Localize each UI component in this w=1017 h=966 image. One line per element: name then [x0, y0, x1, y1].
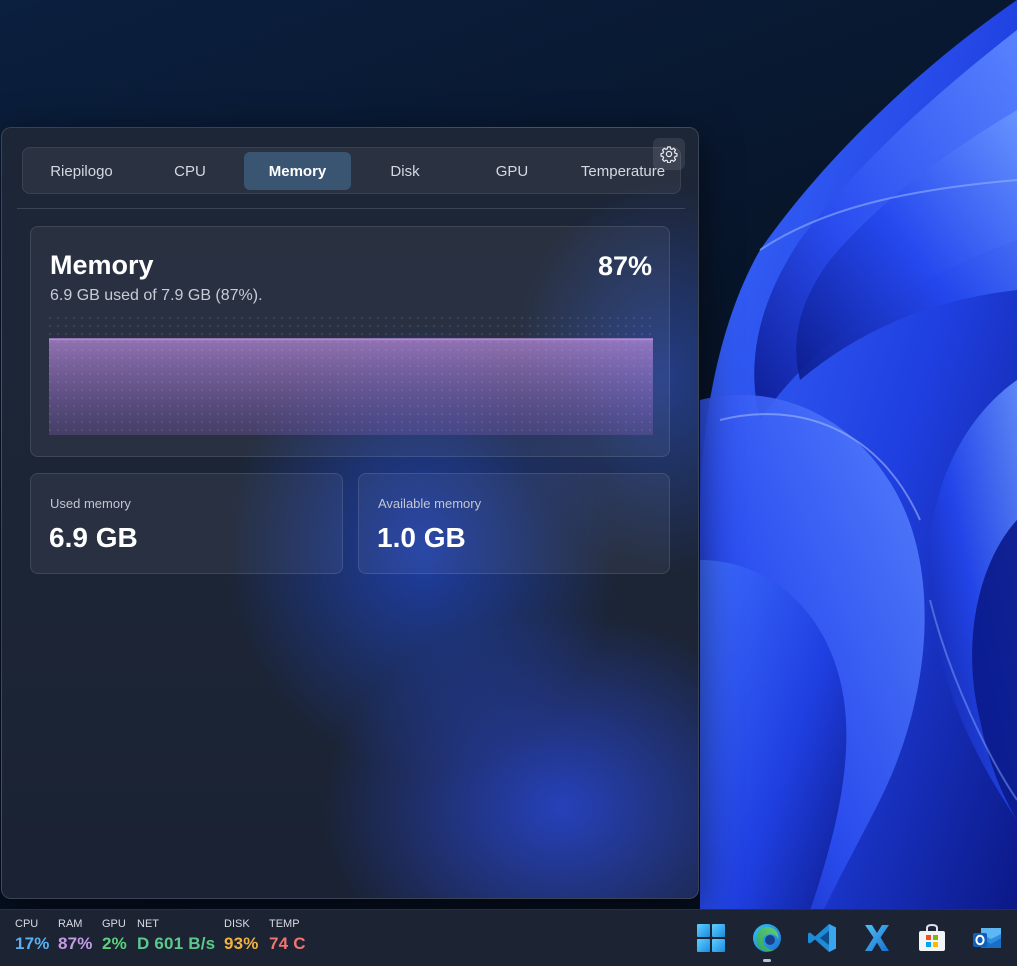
store-taskbar-button[interactable]	[915, 921, 949, 955]
memory-summary: 6.9 GB used of 7.9 GB (87%).	[50, 287, 263, 304]
memory-title: Memory	[50, 250, 154, 280]
disk-stat-label: DISK	[224, 918, 250, 930]
gpu-stat-value: 2%	[102, 934, 127, 953]
edge-browser-icon	[753, 924, 781, 952]
net-stat-label: NET	[137, 918, 159, 930]
taskbar: CPU 17% RAM 87% GPU 2% NET D 601 B/s DIS…	[0, 909, 1017, 966]
used-memory-value: 6.9 GB	[49, 522, 138, 553]
taskbar-net-stat[interactable]: NET D 601 B/s	[137, 918, 215, 954]
outlook-taskbar-button[interactable]	[970, 921, 1004, 955]
tab-bar: Riepilogo CPU Memory Disk GPU Temperatur…	[22, 147, 681, 194]
tab-cpu[interactable]: CPU	[144, 152, 236, 190]
available-memory-value: 1.0 GB	[377, 522, 466, 553]
vscode-icon	[808, 924, 836, 952]
windows-start-icon	[697, 924, 725, 952]
temp-stat-label: TEMP	[269, 918, 300, 930]
app-x-icon	[865, 925, 889, 951]
used-memory-card: Used memory 6.9 GB	[30, 473, 343, 574]
tab-memory[interactable]: Memory	[244, 152, 351, 190]
available-memory-label: Available memory	[378, 496, 482, 511]
taskbar-gpu-stat[interactable]: GPU 2%	[102, 918, 127, 954]
settings-button[interactable]	[653, 138, 685, 170]
ram-stat-label: RAM	[58, 918, 83, 930]
cpu-stat-value: 17%	[15, 934, 50, 953]
header-divider	[17, 208, 685, 209]
taskbar-cpu-stat[interactable]: CPU 17%	[15, 918, 50, 954]
tab-gpu[interactable]: GPU	[466, 152, 558, 190]
edge-active-indicator	[763, 959, 771, 962]
ram-stat-value: 87%	[58, 934, 93, 953]
gpu-stat-label: GPU	[102, 918, 126, 930]
gear-icon	[660, 146, 678, 163]
taskbar-disk-stat[interactable]: DISK 93%	[224, 918, 259, 954]
tab-disk[interactable]: Disk	[359, 152, 451, 190]
taskbar-temp-stat[interactable]: TEMP 74 C	[269, 918, 306, 954]
memory-usage-card: Memory 87% 6.9 GB used of 7.9 GB (87%).	[30, 226, 670, 457]
cpu-stat-label: CPU	[15, 918, 39, 930]
outlook-icon	[973, 928, 1001, 948]
tab-riepilogo[interactable]: Riepilogo	[34, 152, 129, 190]
taskbar-ram-stat[interactable]: RAM 87%	[58, 918, 93, 954]
system-monitor-widget: Riepilogo CPU Memory Disk GPU Temperatur…	[1, 127, 699, 899]
vscode-taskbar-button[interactable]	[805, 921, 839, 955]
disk-stat-value: 93%	[224, 934, 259, 953]
memory-percent: 87%	[597, 251, 652, 281]
x-app-taskbar-button[interactable]	[860, 921, 894, 955]
used-memory-label: Used memory	[50, 496, 131, 511]
start-button[interactable]	[694, 921, 728, 955]
available-memory-card: Available memory 1.0 GB	[358, 473, 670, 574]
graph-grid-overlay	[49, 317, 653, 435]
memory-usage-graph	[49, 317, 653, 435]
microsoft-store-icon	[919, 923, 945, 951]
edge-taskbar-button[interactable]	[750, 921, 784, 955]
net-stat-value: D 601 B/s	[137, 934, 216, 953]
temp-stat-value: 74 C	[269, 934, 306, 953]
